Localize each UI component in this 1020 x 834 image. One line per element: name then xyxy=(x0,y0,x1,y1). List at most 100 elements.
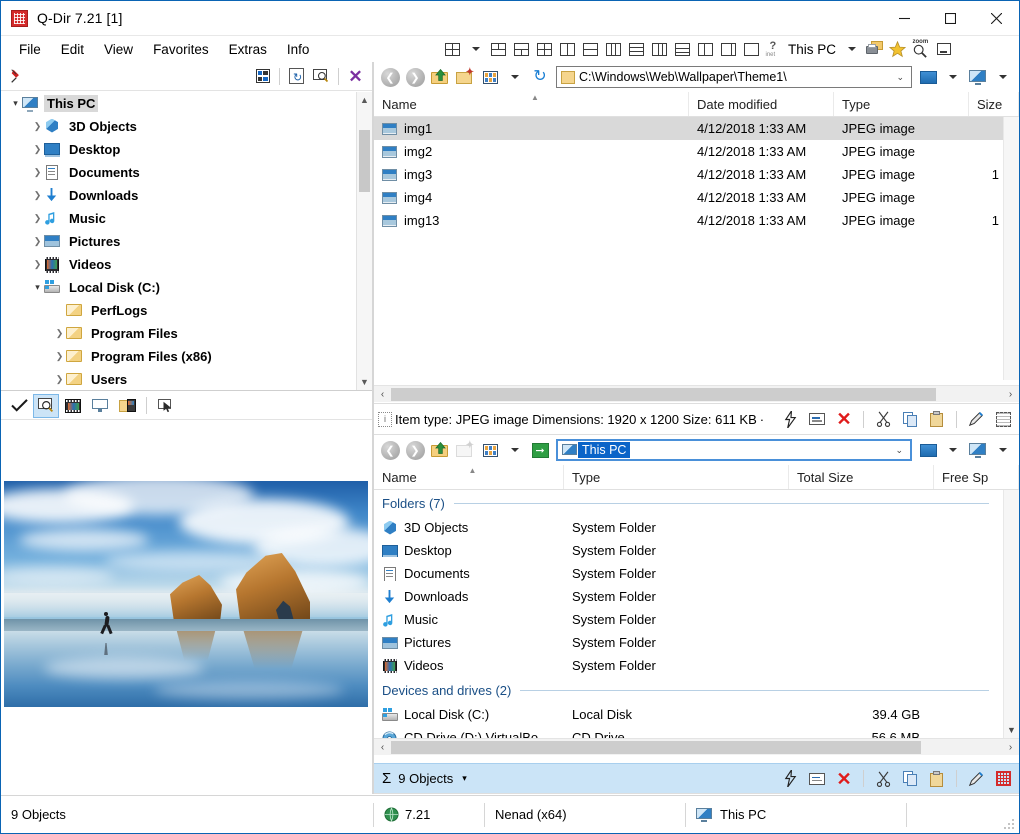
screen2-dropdown[interactable] xyxy=(991,65,1015,89)
filmstrip-icon[interactable] xyxy=(61,395,85,417)
column-header-type[interactable]: Type xyxy=(834,92,969,116)
refresh-page-icon[interactable]: ↻ xyxy=(284,65,309,88)
hscroll-left-icon[interactable]: ‹ xyxy=(374,742,391,753)
group-header[interactable]: Folders (7) xyxy=(374,490,1003,516)
column-header-type[interactable]: Type xyxy=(564,465,789,489)
top-column-headers[interactable]: Name▲Date modifiedTypeSize xyxy=(374,92,1019,117)
tree-item-local-disk-c[interactable]: ▾Local Disk (C:) xyxy=(1,276,356,299)
folder-open-icon[interactable] xyxy=(115,395,139,417)
star-icon[interactable] xyxy=(886,38,909,60)
tree-item-program-files-x86[interactable]: ❯Program Files (x86) xyxy=(1,345,356,368)
column-header-size[interactable]: Size xyxy=(969,92,1019,116)
monitor-icon[interactable] xyxy=(88,395,112,417)
inet-icon[interactable]: ? inet xyxy=(763,38,786,60)
menu-file[interactable]: File xyxy=(9,39,51,60)
chevron-down-icon[interactable]: ⌄ xyxy=(891,72,909,83)
paste-icon[interactable] xyxy=(925,767,949,791)
lightning-icon[interactable] xyxy=(778,407,802,431)
layout-3-top-icon[interactable] xyxy=(487,38,510,60)
zoom-icon[interactable]: zoom xyxy=(909,38,932,60)
bottom-address-bar[interactable]: This PC ⌄ xyxy=(556,439,912,461)
menu-extras[interactable]: Extras xyxy=(219,39,277,60)
this-pc-dropdown[interactable] xyxy=(840,38,863,60)
tree-item-this-pc[interactable]: ▾This PC xyxy=(1,92,356,115)
tree-item-videos[interactable]: ❯Videos xyxy=(1,253,356,276)
views-icon[interactable] xyxy=(478,438,502,462)
print-folder-icon[interactable] xyxy=(863,38,886,60)
close-panel-icon[interactable]: ✕ xyxy=(343,65,368,88)
chevron-right-icon[interactable]: ❯ xyxy=(53,328,66,339)
layout-single-icon[interactable] xyxy=(740,38,763,60)
chevron-right-icon[interactable]: ❯ xyxy=(31,236,44,247)
grid-view-icon[interactable] xyxy=(250,65,275,88)
screen-dropdown[interactable] xyxy=(941,438,965,462)
lightning-icon[interactable] xyxy=(778,767,802,791)
views-icon[interactable] xyxy=(478,65,502,89)
copy-icon[interactable] xyxy=(898,767,922,791)
up-folder-icon[interactable] xyxy=(428,438,452,462)
views-dropdown[interactable] xyxy=(503,438,527,462)
screen2-dropdown[interactable] xyxy=(991,438,1015,462)
cut-icon[interactable] xyxy=(871,407,895,431)
close-button[interactable] xyxy=(973,1,1019,36)
chevron-right-icon[interactable]: ❯ xyxy=(31,259,44,270)
screen-icon[interactable] xyxy=(916,65,940,89)
chevron-right-icon[interactable]: ❯ xyxy=(31,121,44,132)
menu-edit[interactable]: Edit xyxy=(51,39,94,60)
screen-icon[interactable] xyxy=(916,438,940,462)
menu-info[interactable]: Info xyxy=(277,39,320,60)
table-row[interactable]: DocumentsSystem Folder xyxy=(374,562,1003,585)
search-page-icon[interactable] xyxy=(309,65,334,88)
menu-favorites[interactable]: Favorites xyxy=(143,39,219,60)
column-header-name[interactable]: Name▲ xyxy=(374,465,564,489)
edit-icon[interactable] xyxy=(964,407,988,431)
tree-item-documents[interactable]: ❯Documents xyxy=(1,161,356,184)
tree-item-3d-objects[interactable]: ❯3D Objects xyxy=(1,115,356,138)
bottom-file-list[interactable]: Folders (7)3D ObjectsSystem FolderDeskto… xyxy=(374,490,1003,738)
chevron-right-icon[interactable]: ❯ xyxy=(53,374,66,385)
cut-icon[interactable] xyxy=(871,767,895,791)
table-row[interactable]: img34/12/2018 1:33 AMJPEG image1 xyxy=(374,163,1003,186)
pane-divider[interactable] xyxy=(373,62,374,794)
pointer-icon[interactable] xyxy=(154,395,178,417)
column-header-name[interactable]: Name▲ xyxy=(374,92,689,116)
magnifier-icon[interactable] xyxy=(34,395,58,417)
table-row[interactable]: 3D ObjectsSystem Folder xyxy=(374,516,1003,539)
tree-item-desktop[interactable]: ❯Desktop xyxy=(1,138,356,161)
layout-2-row-wide-icon[interactable] xyxy=(671,38,694,60)
maximize-button[interactable] xyxy=(927,1,973,36)
bottom-column-headers[interactable]: Name▲TypeTotal SizeFree Sp xyxy=(374,465,1019,490)
hscroll-thumb[interactable] xyxy=(391,741,921,754)
table-row[interactable]: CD Drive (D:) VirtualBo...CD Drive56.6 M… xyxy=(374,726,1003,738)
rename-icon[interactable] xyxy=(805,407,829,431)
views-dropdown[interactable] xyxy=(503,65,527,89)
chevron-right-icon[interactable]: ❯ xyxy=(53,351,66,362)
scroll-down-icon[interactable]: ▼ xyxy=(1004,722,1019,738)
chevron-right-icon[interactable]: ❯ xyxy=(31,167,44,178)
new-folder-icon[interactable]: ✦ xyxy=(453,438,477,462)
top-file-list[interactable]: img14/12/2018 1:33 AMJPEG imageimg24/12/… xyxy=(374,117,1003,380)
layout-3-rows-icon[interactable] xyxy=(625,38,648,60)
refresh-icon[interactable]: ↻ xyxy=(528,65,552,89)
back-arrow-icon[interactable]: ❮ xyxy=(378,65,402,89)
column-header-free-sp[interactable]: Free Sp xyxy=(934,465,1019,489)
table-row[interactable]: MusicSystem Folder xyxy=(374,608,1003,631)
forward-arrow-icon[interactable]: ❯ xyxy=(403,65,427,89)
top-horizontal-scrollbar[interactable]: ‹ › xyxy=(374,385,1019,402)
layout-2-horizontal-icon[interactable] xyxy=(579,38,602,60)
layout-right-icon[interactable] xyxy=(717,38,740,60)
chevron-down-icon[interactable]: ▾ xyxy=(31,282,44,293)
screen2-icon[interactable] xyxy=(966,438,990,462)
hscroll-right-icon[interactable]: › xyxy=(1002,742,1019,753)
minimize-button[interactable] xyxy=(881,1,927,36)
select-icon[interactable] xyxy=(991,767,1015,791)
rename-icon[interactable] xyxy=(805,767,829,791)
hscroll-thumb[interactable] xyxy=(391,388,936,401)
hscroll-left-icon[interactable]: ‹ xyxy=(374,389,391,400)
new-folder-icon[interactable]: ✦ xyxy=(453,65,477,89)
layout-dropdown-button[interactable] xyxy=(464,38,487,60)
chevron-right-icon[interactable]: ❯ xyxy=(31,213,44,224)
select-icon[interactable] xyxy=(991,407,1015,431)
tree-item-pictures[interactable]: ❯Pictures xyxy=(1,230,356,253)
tree-vertical-scrollbar[interactable]: ▲ ▼ xyxy=(356,92,372,390)
